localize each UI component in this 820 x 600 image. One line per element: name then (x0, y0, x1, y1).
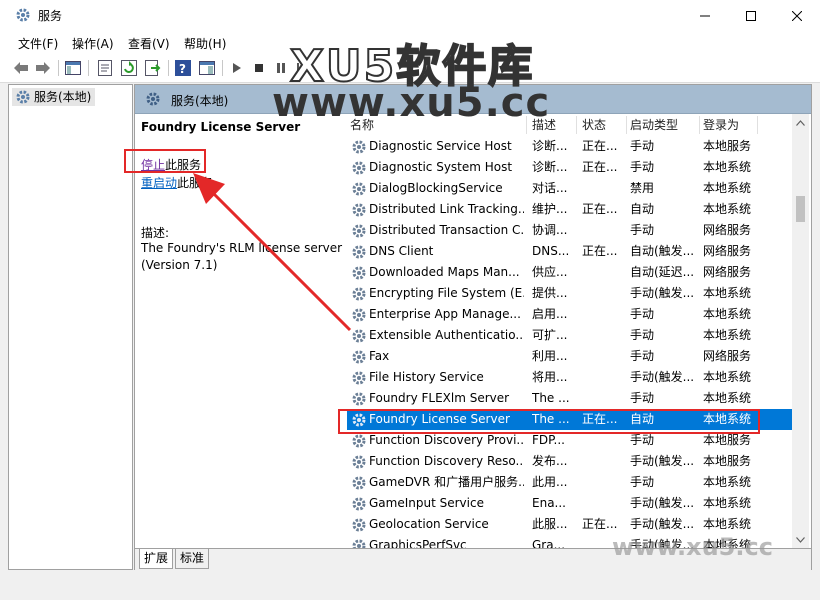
watermark-bottom: www.xu5.cc (612, 533, 773, 561)
watermark-middle: www.xu5.cc (272, 80, 551, 126)
